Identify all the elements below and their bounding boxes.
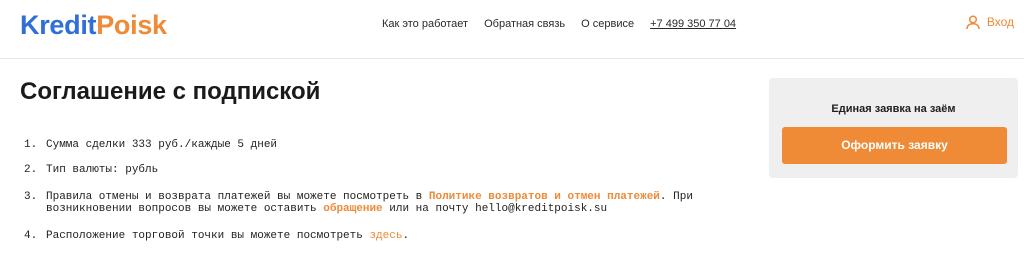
term-text: Тип валюты: рубль bbox=[46, 164, 159, 176]
term-text-after: . bbox=[402, 230, 410, 242]
nav-feedback[interactable]: Обратная связь bbox=[484, 17, 565, 31]
user-icon bbox=[966, 14, 980, 29]
term-text: Сумма сделки 333 руб./каждые 5 дней bbox=[46, 139, 278, 151]
loan-application-card: Единая заявка на заём Оформить заявку bbox=[769, 78, 1018, 178]
term-item-4: 4. Расположение торговой точки вы можете … bbox=[24, 230, 744, 242]
logo[interactable]: KreditPoisk bbox=[20, 9, 167, 41]
location-link[interactable]: здесь bbox=[369, 230, 402, 242]
term-item-1: 1. Сумма сделки 333 руб./каждые 5 дней bbox=[24, 139, 744, 151]
apply-button[interactable]: Оформить заявку bbox=[782, 127, 1007, 164]
card-title: Единая заявка на заём bbox=[831, 103, 956, 115]
appeal-link[interactable]: обращение bbox=[323, 203, 382, 215]
term-item-2: 2. Тип валюты: рубль bbox=[24, 164, 744, 176]
nav-about[interactable]: О сервисе bbox=[581, 17, 634, 31]
term-text: Расположение торговой точки вы можете по… bbox=[46, 230, 736, 242]
refund-policy-link[interactable]: Политике возвратов и отмен платежей bbox=[429, 191, 660, 203]
term-text-after: или на почту hello@kreditpoisk.su bbox=[382, 203, 608, 215]
term-text: Правила отмены и возврата платежей вы мо… bbox=[46, 191, 736, 215]
term-text-before: Правила отмены и возврата платежей вы мо… bbox=[46, 191, 429, 203]
site-header: KreditPoisk Как это работает Обратная св… bbox=[0, 0, 1024, 59]
term-number: 1. bbox=[24, 139, 38, 151]
login-button[interactable]: Вход bbox=[966, 14, 1014, 30]
nav-how-it-works[interactable]: Как это работает bbox=[382, 17, 468, 31]
term-item-3: 3. Правила отмены и возврата платежей вы … bbox=[24, 191, 744, 215]
term-text-before: Расположение торговой точки вы можете по… bbox=[46, 230, 370, 242]
logo-part-poisk: Poisk bbox=[96, 10, 167, 40]
top-nav: Как это работает Обратная связь О сервис… bbox=[382, 17, 736, 31]
page-title: Соглашение с подпиской bbox=[20, 78, 321, 105]
term-number: 4. bbox=[24, 230, 38, 242]
logo-part-kredit: Kredit bbox=[20, 10, 97, 40]
login-label: Вход bbox=[986, 15, 1014, 29]
term-number: 3. bbox=[24, 191, 38, 203]
term-number: 2. bbox=[24, 164, 38, 176]
nav-phone-link[interactable]: +7 499 350 77 04 bbox=[650, 17, 736, 31]
